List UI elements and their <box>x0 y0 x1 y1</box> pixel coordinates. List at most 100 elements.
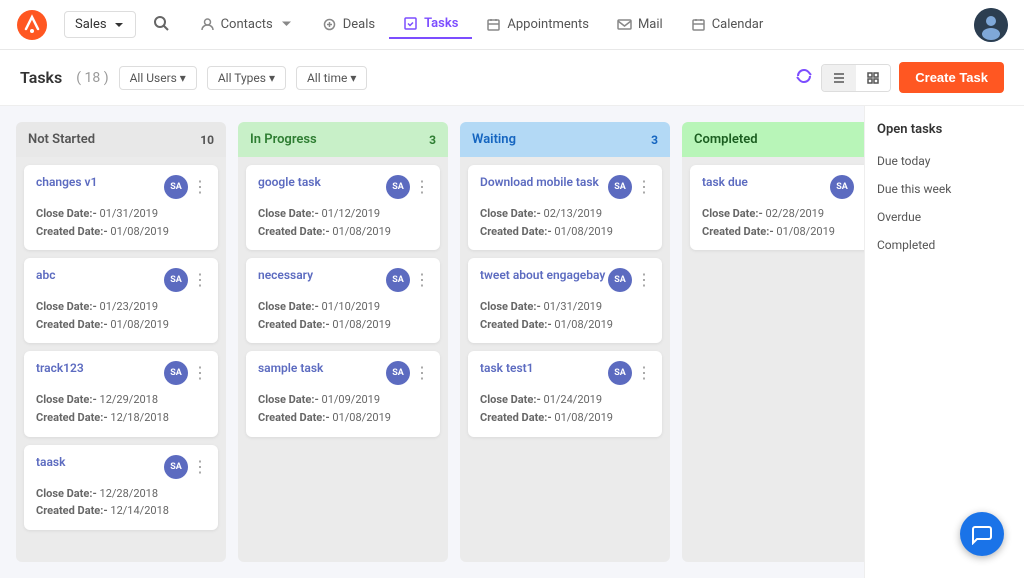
sidebar-link-overdue[interactable]: Overdue <box>877 205 1012 229</box>
more-options-button[interactable]: ⋮ <box>192 459 208 475</box>
column-header-not-started: Not Started 10 <box>16 122 226 157</box>
task-created-date: Created Date:- 01/08/2019 <box>258 409 430 427</box>
chat-button[interactable] <box>960 512 1004 556</box>
task-card-header: track123 SA ⋮ <box>36 361 208 385</box>
user-avatar: SA <box>608 268 632 292</box>
calendar-icon <box>691 17 706 32</box>
task-name[interactable]: taask <box>36 455 164 469</box>
column-title-waiting: Waiting <box>472 132 516 147</box>
task-card: necessary SA ⋮ Close Date:- 01/10/2019 C… <box>246 258 440 343</box>
more-options-button[interactable]: ⋮ <box>192 272 208 288</box>
main-content: Not Started 10 changes v1 SA ⋮ Close Dat… <box>0 106 1024 578</box>
more-options-button[interactable]: ⋮ <box>636 179 652 195</box>
nav-calendar-label: Calendar <box>712 17 764 32</box>
task-name[interactable]: abc <box>36 268 164 282</box>
nav-appointments[interactable]: Appointments <box>472 11 603 38</box>
app-logo[interactable] <box>16 9 48 41</box>
task-created-date: Created Date:- 01/08/2019 <box>480 223 652 241</box>
task-card-header: Download mobile task SA ⋮ <box>480 175 652 199</box>
task-card: google task SA ⋮ Close Date:- 01/12/2019… <box>246 165 440 250</box>
task-card-header: google task SA ⋮ <box>258 175 430 199</box>
nav-links: Contacts Deals Tasks Appointments Mail C… <box>186 10 966 39</box>
task-created-date: Created Date:- 01/08/2019 <box>36 316 208 334</box>
user-avatar: SA <box>164 268 188 292</box>
more-options-button[interactable]: ⋮ <box>192 179 208 195</box>
sidebar-link-due-week[interactable]: Due this week <box>877 177 1012 201</box>
filter-all-types[interactable]: All Types ▾ <box>207 66 286 90</box>
task-name[interactable]: task due <box>702 175 830 189</box>
task-created-date: Created Date:- 12/18/2018 <box>36 409 208 427</box>
nav-deals[interactable]: Deals <box>308 11 389 38</box>
nav-mail[interactable]: Mail <box>603 11 677 38</box>
task-name[interactable]: task test1 <box>480 361 608 375</box>
column-body-not-started: changes v1 SA ⋮ Close Date:- 01/31/2019 … <box>16 157 226 562</box>
filter-all-time[interactable]: All time ▾ <box>296 66 367 90</box>
nav-contacts[interactable]: Contacts <box>186 11 308 38</box>
more-options-button[interactable]: ⋮ <box>636 365 652 381</box>
task-close-date: Close Date:- 01/10/2019 <box>258 298 430 316</box>
more-options-button[interactable]: ⋮ <box>636 272 652 288</box>
nav-tasks[interactable]: Tasks <box>389 10 472 39</box>
column-title-not-started: Not Started <box>28 132 95 147</box>
task-name[interactable]: sample task <box>258 361 386 375</box>
task-name[interactable]: track123 <box>36 361 164 375</box>
task-name[interactable]: tweet about engagebay <box>480 268 608 282</box>
sidebar-link-completed[interactable]: Completed <box>877 233 1012 257</box>
more-options-button[interactable]: ⋮ <box>414 272 430 288</box>
task-name[interactable]: google task <box>258 175 386 189</box>
filter-all-users[interactable]: All Users ▾ <box>119 66 197 90</box>
more-options-button[interactable]: ⋮ <box>414 365 430 381</box>
task-created-date: Created Date:- 01/08/2019 <box>480 316 652 334</box>
tasks-icon <box>403 16 418 31</box>
task-card-header: abc SA ⋮ <box>36 268 208 292</box>
user-avatar: SA <box>386 268 410 292</box>
task-name[interactable]: changes v1 <box>36 175 164 189</box>
task-name[interactable]: necessary <box>258 268 386 282</box>
task-created-date: Created Date:- 01/08/2019 <box>702 223 864 241</box>
task-card: task test1 SA ⋮ Close Date:- 01/24/2019 … <box>468 351 662 436</box>
create-task-button[interactable]: Create Task <box>899 62 1004 93</box>
task-close-date: Close Date:- 01/31/2019 <box>36 205 208 223</box>
chat-icon <box>971 523 993 545</box>
task-close-date: Close Date:- 01/12/2019 <box>258 205 430 223</box>
user-avatar: SA <box>830 175 854 199</box>
sidebar-section-title: Open tasks <box>877 122 1012 137</box>
nav-tasks-label: Tasks <box>424 16 458 31</box>
list-view-button[interactable] <box>822 65 856 91</box>
task-card: taask SA ⋮ Close Date:- 12/28/2018 Creat… <box>24 445 218 530</box>
column-not-started: Not Started 10 changes v1 SA ⋮ Close Dat… <box>16 122 226 562</box>
task-card-header: sample task SA ⋮ <box>258 361 430 385</box>
sales-dropdown[interactable]: Sales <box>64 11 136 38</box>
user-avatar: SA <box>164 175 188 199</box>
avatar[interactable] <box>974 8 1008 42</box>
task-close-date: Close Date:- 02/28/2019 <box>702 205 864 223</box>
sidebar-link-due-today[interactable]: Due today <box>877 149 1012 173</box>
mail-icon <box>617 17 632 32</box>
task-card-header: task due SA ⋮ <box>702 175 864 199</box>
column-header-waiting: Waiting 3 <box>460 122 670 157</box>
user-avatar: SA <box>386 175 410 199</box>
kanban-board: Not Started 10 changes v1 SA ⋮ Close Dat… <box>0 106 864 578</box>
top-navigation: Sales Contacts Deals Tasks Appointments … <box>0 0 1024 50</box>
nav-calendar[interactable]: Calendar <box>677 11 778 38</box>
user-avatar: SA <box>386 361 410 385</box>
contacts-chevron-icon <box>279 17 294 32</box>
nav-mail-label: Mail <box>638 17 663 32</box>
grid-view-button[interactable] <box>856 65 890 91</box>
page-header: Tasks ( 18 ) All Users ▾ All Types ▾ All… <box>0 50 1024 106</box>
nav-deals-label: Deals <box>343 17 375 32</box>
task-close-date: Close Date:- 01/23/2019 <box>36 298 208 316</box>
refresh-button[interactable] <box>795 67 813 89</box>
column-body-waiting: Download mobile task SA ⋮ Close Date:- 0… <box>460 157 670 562</box>
task-card: changes v1 SA ⋮ Close Date:- 01/31/2019 … <box>24 165 218 250</box>
task-card-header: necessary SA ⋮ <box>258 268 430 292</box>
task-count: ( 18 ) <box>76 70 108 86</box>
nav-contacts-label: Contacts <box>221 17 273 32</box>
more-options-button[interactable]: ⋮ <box>414 179 430 195</box>
task-card: track123 SA ⋮ Close Date:- 12/29/2018 Cr… <box>24 351 218 436</box>
more-options-button[interactable]: ⋮ <box>192 365 208 381</box>
search-button[interactable] <box>152 14 170 36</box>
column-count-in-progress: 3 <box>429 133 436 147</box>
task-name[interactable]: Download mobile task <box>480 175 608 189</box>
task-close-date: Close Date:- 02/13/2019 <box>480 205 652 223</box>
